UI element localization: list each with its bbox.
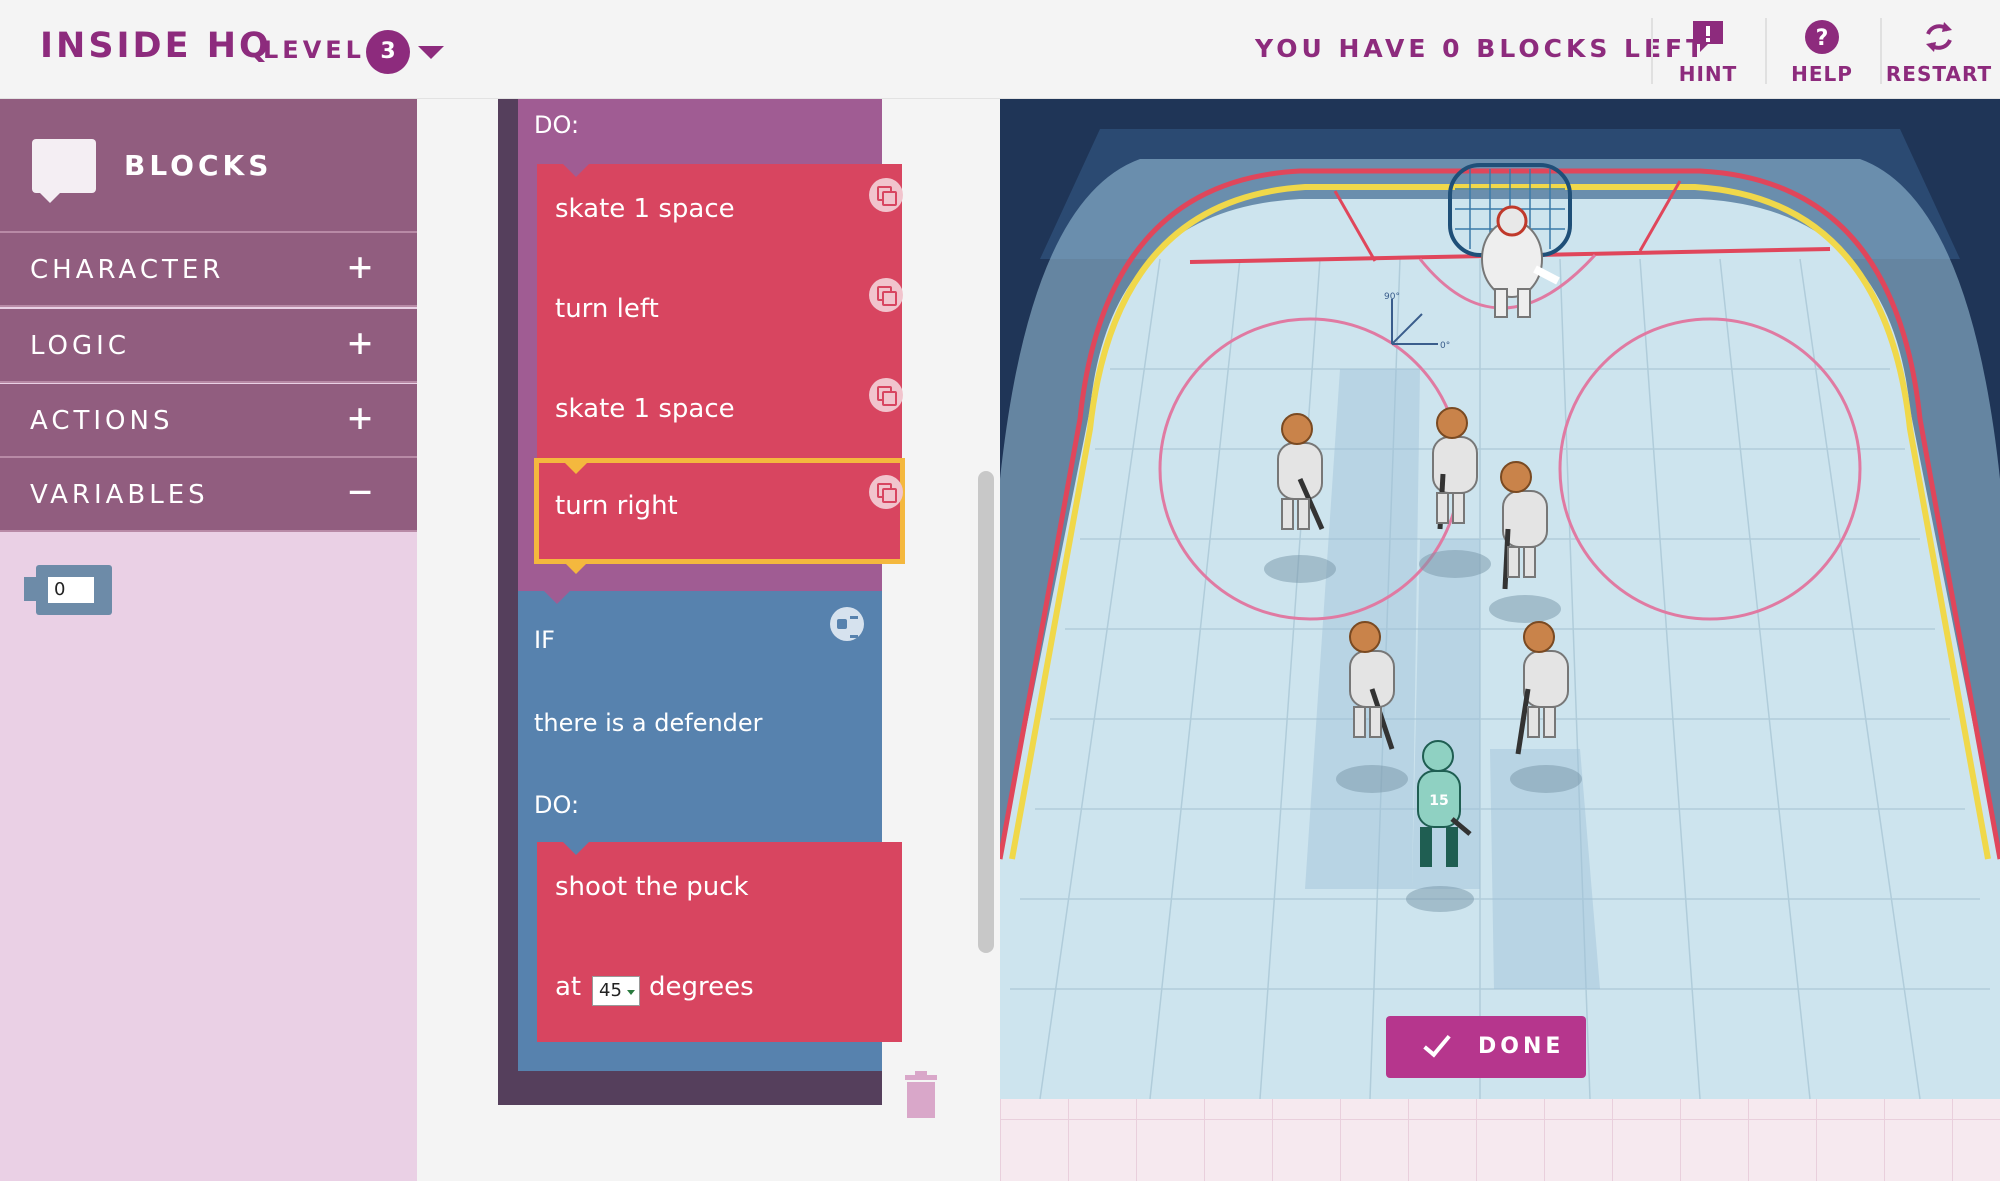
shoot-label: shoot the puck	[555, 872, 749, 902]
header-divider	[1880, 18, 1882, 84]
restart-icon	[1926, 22, 1952, 52]
action-label: skate 1 space	[555, 194, 735, 224]
code-workspace[interactable]: DO: skate 1 space turn left skate 1 spac…	[417, 99, 1000, 1181]
angle-0-label: 0°	[1440, 341, 1450, 351]
duplicate-icon[interactable]	[869, 475, 903, 509]
block-notch	[563, 561, 589, 574]
duplicate-icon[interactable]	[869, 278, 903, 312]
action-block-shoot[interactable]: shoot the puck at degrees	[537, 842, 902, 1042]
hint-label: HINT	[1678, 62, 1738, 86]
category-label: VARIABLES	[30, 480, 209, 510]
restart-button[interactable]: RESTART	[1884, 18, 1994, 90]
blocks-header: BLOCKS	[0, 99, 417, 233]
number-variable-block[interactable]: 0	[24, 565, 112, 615]
expand-icon: +	[348, 395, 373, 441]
category-label: CHARACTER	[30, 255, 225, 285]
expand-icon: +	[348, 244, 373, 290]
category-logic[interactable]: LOGIC +	[0, 309, 417, 383]
workspace-scrollbar[interactable]	[978, 471, 994, 953]
help-label: HELP	[1791, 62, 1853, 86]
if-do-label: DO:	[534, 791, 580, 819]
level-dropdown-icon[interactable]	[418, 46, 444, 59]
action-block-skate[interactable]: skate 1 space	[537, 164, 903, 264]
hint-icon	[1693, 21, 1723, 52]
done-label: DONE	[1478, 1034, 1565, 1059]
angle-dropdown[interactable]: 45	[592, 976, 640, 1006]
help-icon: ?	[1805, 20, 1839, 54]
duplicate-icon[interactable]	[869, 178, 903, 212]
category-label: ACTIONS	[30, 406, 174, 436]
category-actions[interactable]: ACTIONS +	[0, 384, 417, 458]
check-icon	[1423, 1028, 1451, 1058]
svg-text:?: ?	[1816, 26, 1829, 51]
top-header: INSIDE HQ LEVEL 3 YOU HAVE 0 BLOCKS LEFT…	[0, 0, 2000, 99]
action-label: turn left	[555, 294, 659, 324]
category-character[interactable]: CHARACTER +	[0, 233, 417, 307]
number-value[interactable]: 0	[48, 577, 94, 603]
action-block-turn-left[interactable]: turn left	[537, 264, 903, 364]
collapse-icon: −	[348, 469, 373, 515]
if-keyword: IF	[534, 626, 555, 654]
block-notch	[563, 461, 589, 474]
category-label: LOGIC	[30, 331, 130, 361]
shoot-unit-label: degrees	[649, 972, 754, 1002]
app-root: INSIDE HQ LEVEL 3 YOU HAVE 0 BLOCKS LEFT…	[0, 0, 2000, 1181]
blocks-sidebar: BLOCKS CHARACTER + LOGIC + ACTIONS + VAR…	[0, 99, 417, 1181]
expand-icon: +	[348, 320, 373, 366]
trash-icon[interactable]	[903, 1071, 939, 1119]
action-block-skate[interactable]: skate 1 space	[537, 364, 903, 464]
block-notch	[544, 591, 570, 604]
shoot-at-label: at	[555, 972, 582, 1002]
angle-value: 45	[599, 980, 622, 1001]
block-notch	[563, 164, 589, 177]
category-variables[interactable]: VARIABLES −	[0, 458, 417, 532]
if-condition: there is a defender	[534, 709, 763, 737]
angle-90-label: 90°	[1384, 292, 1400, 302]
condition-settings-icon[interactable]	[830, 607, 864, 641]
restart-label: RESTART	[1885, 62, 1993, 86]
help-button[interactable]: ? HELP	[1767, 18, 1877, 90]
blocks-icon	[32, 139, 96, 203]
app-title: INSIDE HQ	[40, 26, 272, 66]
level-badge[interactable]: 3	[366, 30, 410, 74]
blocks-left-status: YOU HAVE 0 BLOCKS LEFT	[1255, 34, 1708, 63]
duplicate-icon[interactable]	[869, 378, 903, 412]
block-notch	[563, 842, 589, 855]
loop-do-label: DO:	[534, 111, 580, 139]
player-number: 15	[1429, 793, 1448, 809]
action-block-turn-right[interactable]: turn right	[534, 458, 905, 564]
done-button[interactable]: DONE	[1386, 1016, 1586, 1078]
hint-button[interactable]: HINT	[1653, 18, 1763, 90]
level-label: LEVEL	[263, 36, 365, 64]
blocks-title: BLOCKS	[124, 149, 273, 182]
action-label: turn right	[555, 491, 678, 521]
action-label: skate 1 space	[555, 394, 735, 424]
